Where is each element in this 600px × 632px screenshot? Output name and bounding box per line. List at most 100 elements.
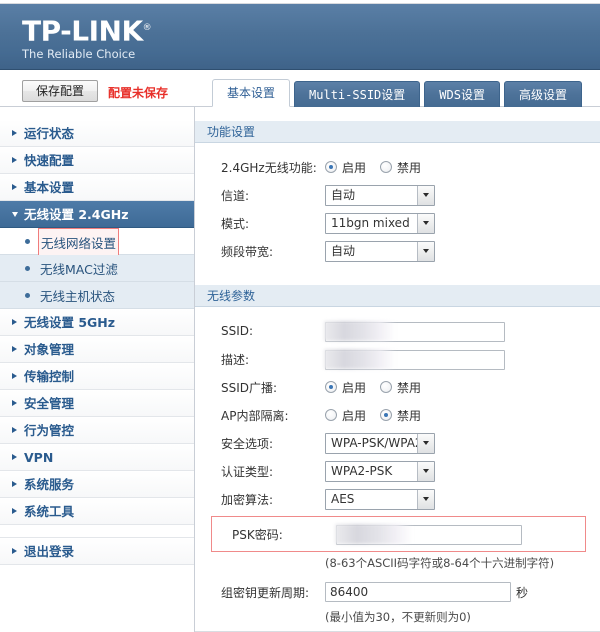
label-ssid: SSID: xyxy=(221,324,254,338)
select-mode[interactable]: 11bgn mixed xyxy=(325,212,435,234)
redacted-description xyxy=(324,348,505,370)
sidebar-item-label: 传输控制 xyxy=(24,369,75,384)
select-bandwidth[interactable]: 自动 xyxy=(325,240,435,262)
sidebar-item-wireless-host-status[interactable]: 无线主机状态 xyxy=(0,282,194,309)
row-channel: 信道: 自动 xyxy=(195,181,600,209)
key-update-period-input[interactable] xyxy=(325,582,511,602)
chevron-right-icon xyxy=(12,184,17,190)
sidebar-item-security-management[interactable]: 安全管理 xyxy=(0,390,194,417)
description-input[interactable] xyxy=(325,349,505,370)
row-auth-type: 认证类型: WPA2-PSK xyxy=(195,457,600,485)
label-psk-password: PSK密码: xyxy=(232,527,283,542)
tab-wds-settings[interactable]: WDS设置 xyxy=(424,81,500,107)
chevron-down-icon xyxy=(417,241,434,261)
label-encryption: 加密算法: xyxy=(221,492,274,507)
sidebar-item-label: 退出登录 xyxy=(24,544,75,559)
select-security-option-value: WPA-PSK/WPA2-P: xyxy=(331,435,417,450)
sidebar-item-label: 快速配置 xyxy=(24,153,75,168)
select-encryption[interactable]: AES xyxy=(325,488,435,510)
bullet-icon xyxy=(25,265,30,271)
sidebar-item-system-tools[interactable]: 系统工具 xyxy=(0,498,194,525)
brand-name: TP-LINK® xyxy=(22,14,152,48)
sidebar-item-vpn[interactable]: VPN xyxy=(0,444,194,471)
ssid-input[interactable] xyxy=(325,321,505,342)
psk-password-highlight-box: PSK密码: xyxy=(211,516,586,552)
radio-group-wireless-enable: 启用 禁用 xyxy=(325,159,435,176)
label-auth-type: 认证类型: xyxy=(221,464,274,479)
sidebar-nav: 运行状态 快速配置 基本设置 无线设置 2.4GHz 无线网络设置 无线MAC过… xyxy=(0,107,195,632)
sidebar-item-logout[interactable]: 退出登录 xyxy=(0,538,194,565)
row-psk-password: PSK密码: xyxy=(222,520,585,548)
radio-label-enable: 启用 xyxy=(342,380,367,395)
sidebar-item-running-status[interactable]: 运行状态 xyxy=(0,120,194,147)
sidebar-item-basic-settings[interactable]: 基本设置 xyxy=(0,174,194,201)
bullet-icon xyxy=(25,238,30,244)
sidebar-item-wireless-24ghz[interactable]: 无线设置 2.4GHz xyxy=(0,201,194,228)
key-update-period-hint: (最小值为30，不更新则为0) xyxy=(325,610,471,624)
sidebar-item-label: 系统工具 xyxy=(24,504,75,519)
select-auth-type[interactable]: WPA2-PSK xyxy=(325,460,435,482)
brand-tagline: The Reliable Choice xyxy=(22,47,136,62)
sidebar-item-object-management[interactable]: 对象管理 xyxy=(0,336,194,363)
radio-ap-isolation-on[interactable] xyxy=(325,409,337,421)
sidebar-item-label: 无线主机状态 xyxy=(40,289,116,304)
radio-label-disable: 禁用 xyxy=(397,408,422,423)
select-channel-value: 自动 xyxy=(331,187,356,202)
label-bandwidth: 频段带宽: xyxy=(221,244,274,259)
label-description: 描述: xyxy=(221,352,250,367)
chevron-right-icon xyxy=(12,319,17,325)
radio-ssid-broadcast-off[interactable] xyxy=(380,381,393,393)
psk-password-hint: (8-63个ASCII码字符或8-64个十六进制字符) xyxy=(325,556,555,570)
tab-advanced-settings[interactable]: 高级设置 xyxy=(503,81,582,107)
sidebar-item-quick-setup[interactable]: 快速配置 xyxy=(0,147,194,174)
psk-password-input[interactable] xyxy=(336,524,522,545)
tab-basic-settings[interactable]: 基本设置 xyxy=(212,79,291,107)
radio-ssid-broadcast-on[interactable] xyxy=(325,381,337,393)
radio-label-enable: 启用 xyxy=(342,160,367,175)
label-key-update-period: 组密钥更新周期: xyxy=(221,585,310,600)
row-bandwidth: 频段带宽: 自动 xyxy=(195,237,600,265)
chevron-right-icon xyxy=(12,454,17,460)
sidebar-item-wireless-network-settings[interactable]: 无线网络设置 xyxy=(0,228,194,259)
tab-multi-ssid-settings[interactable]: Multi-SSID设置 xyxy=(294,81,421,107)
chevron-right-icon xyxy=(12,400,17,406)
select-encryption-value: AES xyxy=(331,491,355,506)
save-config-button[interactable]: 保存配置 xyxy=(22,80,98,102)
registered-mark: ® xyxy=(142,23,152,33)
radio-wireless-enable-on[interactable] xyxy=(325,161,337,173)
redacted-psk-password xyxy=(335,523,522,545)
row-security-option: 安全选项: WPA-PSK/WPA2-P: xyxy=(195,429,600,457)
label-security-option: 安全选项: xyxy=(221,436,274,451)
tab-bar: 基本设置 Multi-SSID设置 WDS设置 高级设置 xyxy=(212,79,582,107)
select-channel[interactable]: 自动 xyxy=(325,184,435,206)
chevron-down-icon xyxy=(417,461,434,481)
radio-wireless-enable-off[interactable] xyxy=(380,161,393,173)
sidebar-divider xyxy=(0,525,194,538)
label-ssid-broadcast: SSID广播: xyxy=(221,380,278,395)
radio-group-ssid-broadcast: 启用 禁用 xyxy=(325,379,435,396)
section-title-wireless-params: 无线参数 xyxy=(195,285,600,307)
sidebar-item-transmission-control[interactable]: 传输控制 xyxy=(0,363,194,390)
row-encryption: 加密算法: AES xyxy=(195,485,600,513)
row-description: 描述: xyxy=(195,345,600,373)
select-security-option[interactable]: WPA-PSK/WPA2-P: xyxy=(325,432,435,454)
sidebar-item-label: 基本设置 xyxy=(24,180,75,195)
label-wireless-enable: 2.4GHz无线功能: xyxy=(221,160,317,175)
sidebar-item-behavior-control[interactable]: 行为管控 xyxy=(0,417,194,444)
radio-label-enable: 启用 xyxy=(342,408,367,423)
select-bandwidth-value: 自动 xyxy=(331,243,356,258)
function-settings-rows: 2.4GHz无线功能: 启用 禁用 信道: 自动 模式: 11bgn mixed… xyxy=(195,143,600,271)
sidebar-item-label: 运行状态 xyxy=(24,126,75,141)
radio-ap-isolation-off[interactable] xyxy=(380,409,393,421)
sidebar-item-label: 系统服务 xyxy=(24,477,75,492)
sidebar-item-wireless-mac-filter[interactable]: 无线MAC过滤 xyxy=(0,255,194,282)
sidebar-item-system-services[interactable]: 系统服务 xyxy=(0,471,194,498)
router-config-page: TP-LINK® The Reliable Choice 保存配置 配置未保存 … xyxy=(0,0,600,632)
chevron-down-icon xyxy=(417,185,434,205)
sidebar-item-wireless-5ghz[interactable]: 无线设置 5GHz xyxy=(0,309,194,336)
body-area: 运行状态 快速配置 基本设置 无线设置 2.4GHz 无线网络设置 无线MAC过… xyxy=(0,106,600,632)
redacted-ssid xyxy=(324,320,505,342)
row-key-update-period: 组密钥更新周期: 秒 xyxy=(195,578,600,606)
radio-group-ap-isolation: 启用 禁用 xyxy=(325,407,435,424)
wireless-params-rows: SSID: 描述: SSID广播: 启用 禁用 AP内部隔离: 启用 禁用 安全… xyxy=(195,307,600,632)
